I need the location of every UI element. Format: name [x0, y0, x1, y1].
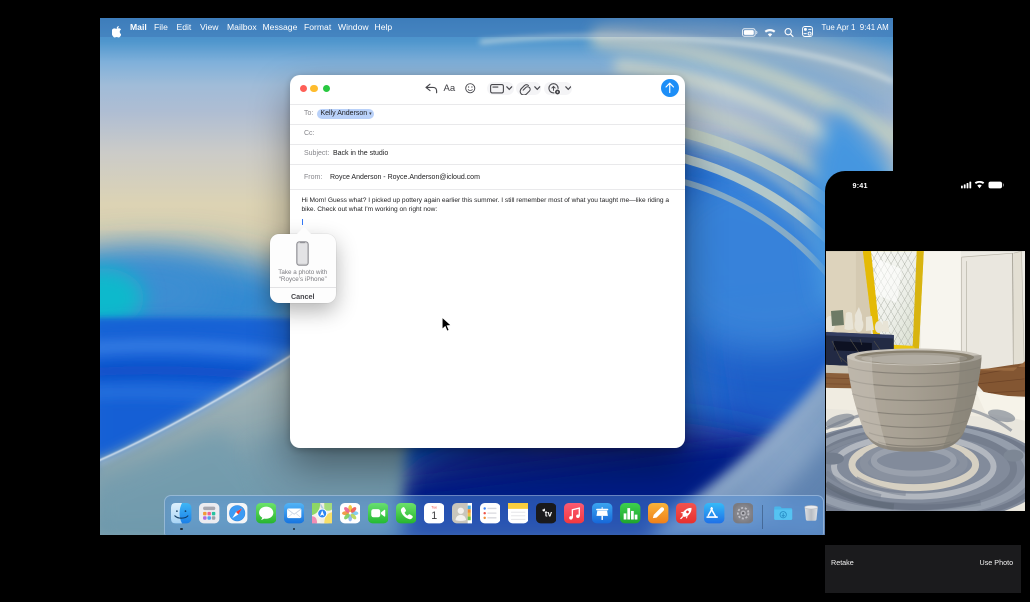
svg-text:tv: tv: [545, 510, 553, 519]
svg-text:1: 1: [431, 510, 437, 522]
